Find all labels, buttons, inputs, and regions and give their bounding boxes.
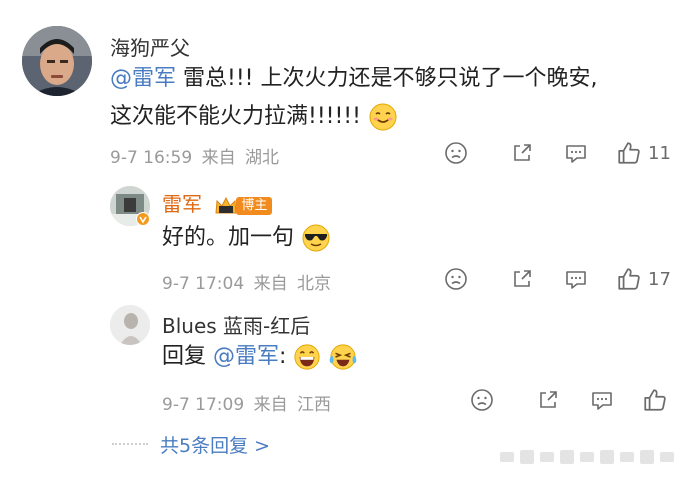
reply-text: 回复 @雷军:: [162, 338, 358, 376]
comment-icon: [566, 271, 586, 289]
share-icon: [514, 270, 531, 287]
comment-location: 湖北: [244, 148, 279, 168]
comment-icon: [566, 145, 586, 163]
comment-button[interactable]: [564, 267, 588, 291]
share-button[interactable]: [536, 388, 560, 412]
comment-text-line2: 这次能不能火力拉满!!!!!!: [110, 104, 361, 129]
comment-thread: 海狗严父 @雷军 雷总!!! 上次火力还是不够只说了一个晚安, 这次能不能火力拉…: [0, 0, 690, 478]
reply-text: 好的。加一句: [162, 219, 331, 257]
like-icon: [618, 268, 640, 290]
reply-from: 来自: [253, 274, 288, 294]
comment-username[interactable]: 海狗严父: [110, 32, 190, 61]
frown-icon: [471, 389, 493, 411]
share-button[interactable]: [510, 141, 534, 165]
sunglasses-emoji: [302, 224, 330, 252]
reply-date: 9-7 17:04: [162, 274, 245, 294]
reply-username[interactable]: Blues 蓝雨-红后: [162, 310, 310, 339]
crown-icon: [215, 196, 237, 213]
watermark-logo: [500, 450, 674, 464]
comment-from: 来自: [201, 148, 236, 168]
reply-meta: 9-7 17:04 来自 北京: [162, 269, 335, 294]
mention-link[interactable]: @雷军: [213, 344, 279, 369]
reply-text-content: 好的。加一句: [162, 225, 295, 250]
comment-meta: 9-7 16:59 来自 湖北: [110, 143, 283, 168]
like-icon: [618, 142, 640, 164]
reply-username-text[interactable]: 雷军: [162, 192, 202, 216]
reply-colon: :: [279, 344, 287, 369]
verified-icon: [136, 212, 150, 226]
like-button[interactable]: [642, 387, 668, 413]
dislike-button[interactable]: [470, 388, 494, 412]
more-replies-link[interactable]: 共5条回复 >: [160, 431, 270, 458]
reply-location: 江西: [296, 395, 331, 415]
reply-date: 9-7 17:09: [162, 395, 245, 415]
dislike-button[interactable]: [444, 141, 468, 165]
comment-text-line1: 雷总!!! 上次火力还是不够只说了一个晚安,: [176, 66, 598, 91]
reply-from: 来自: [253, 395, 288, 415]
mention-link[interactable]: @雷军: [110, 66, 176, 91]
comment-button[interactable]: [564, 141, 588, 165]
comment-button[interactable]: [590, 388, 614, 412]
reply-username: 雷军 博主: [162, 188, 273, 217]
dislike-button[interactable]: [444, 267, 468, 291]
share-button[interactable]: [510, 267, 534, 291]
laugh-cry-emoji: [330, 344, 357, 370]
like-count: 11: [648, 142, 671, 164]
comment-date: 9-7 16:59: [110, 148, 193, 168]
share-icon: [514, 144, 531, 161]
reply-prefix: 回复: [162, 344, 207, 369]
avatar-image: [110, 305, 150, 345]
more-replies-divider: [112, 443, 148, 445]
comment-icon: [592, 392, 612, 410]
frown-icon: [445, 142, 467, 164]
reply-meta: 9-7 17:09 来自 江西: [162, 390, 335, 415]
frown-icon: [445, 268, 467, 290]
comment-text: @雷军 雷总!!! 上次火力还是不够只说了一个晚安,: [110, 60, 597, 98]
like-button[interactable]: 17: [616, 266, 671, 292]
grin-emoji: [294, 344, 321, 370]
like-icon: [644, 389, 666, 411]
author-badge-label: 博主: [236, 196, 273, 215]
like-button[interactable]: 11: [616, 140, 671, 166]
avatar-image: [22, 26, 92, 96]
author-badge: 博主: [214, 195, 273, 217]
comment-text-row2: 这次能不能火力拉满!!!!!!: [110, 98, 398, 136]
smile-emoji: [369, 103, 397, 131]
share-icon: [540, 391, 557, 408]
avatar[interactable]: [22, 26, 92, 96]
like-count: 17: [648, 268, 671, 290]
avatar[interactable]: [110, 305, 150, 345]
reply-location: 北京: [296, 274, 331, 294]
